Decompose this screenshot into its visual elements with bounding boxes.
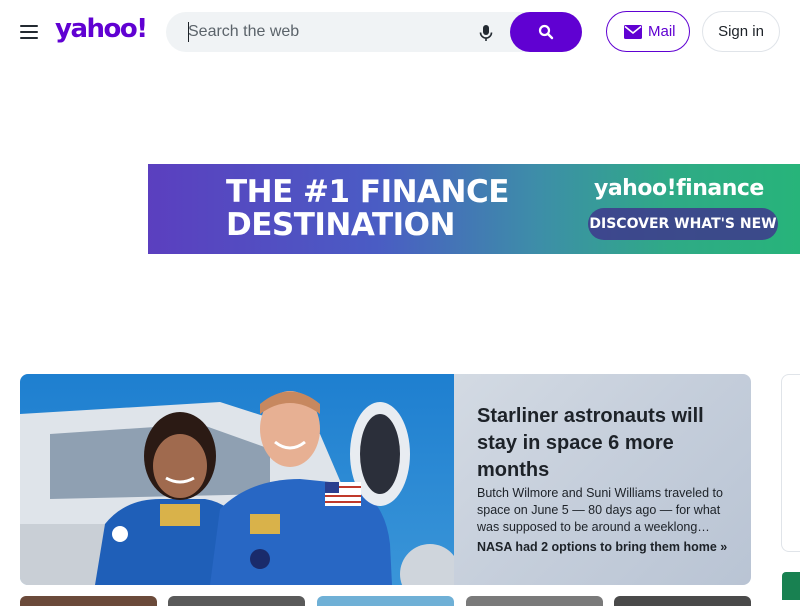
search-input[interactable] (188, 12, 478, 52)
search-button[interactable] (510, 12, 582, 52)
thumbnail-5[interactable] (614, 596, 751, 606)
hero-summary: Butch Wilmore and Suni Williams traveled… (477, 486, 723, 534)
banner-headline: THE #1 FINANCE DESTINATION (226, 176, 509, 242)
microphone-icon[interactable] (476, 23, 496, 43)
finance-banner-ad[interactable]: THE #1 FINANCE DESTINATION yahoo!finance… (148, 164, 800, 254)
mail-button[interactable]: Mail (606, 11, 690, 52)
mail-icon (624, 25, 642, 39)
thumbnail-3[interactable] (317, 596, 454, 606)
astronauts-photo[interactable] (20, 374, 454, 585)
hero-headline[interactable]: Starliner astronauts will stay in space … (477, 403, 737, 484)
hero-read-more-link[interactable]: NASA had 2 options to bring them home » (477, 540, 727, 554)
yahoo-finance-logo: yahoo!finance (594, 176, 764, 201)
header: yahoo! Mail Sign in (0, 0, 800, 64)
discover-button[interactable]: DISCOVER WHAT'S NEW (588, 208, 778, 240)
next-card-peek[interactable] (781, 374, 800, 552)
yahoo-logo[interactable]: yahoo! (55, 14, 148, 44)
next-card-green-peek[interactable] (782, 572, 800, 600)
thumbnail-4[interactable] (466, 596, 603, 606)
hero-text-panel: Starliner astronauts will stay in space … (454, 374, 751, 585)
banner-headline-line1: THE #1 FINANCE (226, 174, 509, 210)
banner-headline-line2: DESTINATION (226, 207, 455, 243)
menu-icon[interactable] (20, 24, 40, 40)
text-cursor (188, 22, 189, 42)
sign-in-label: Sign in (718, 23, 764, 40)
search-icon (538, 24, 554, 40)
sign-in-button[interactable]: Sign in (702, 11, 780, 52)
thumbnail-2[interactable] (168, 596, 305, 606)
mail-label: Mail (648, 23, 676, 40)
thumbnail-1[interactable] (20, 596, 157, 606)
hero-story-card[interactable]: Starliner astronauts will stay in space … (20, 374, 751, 585)
